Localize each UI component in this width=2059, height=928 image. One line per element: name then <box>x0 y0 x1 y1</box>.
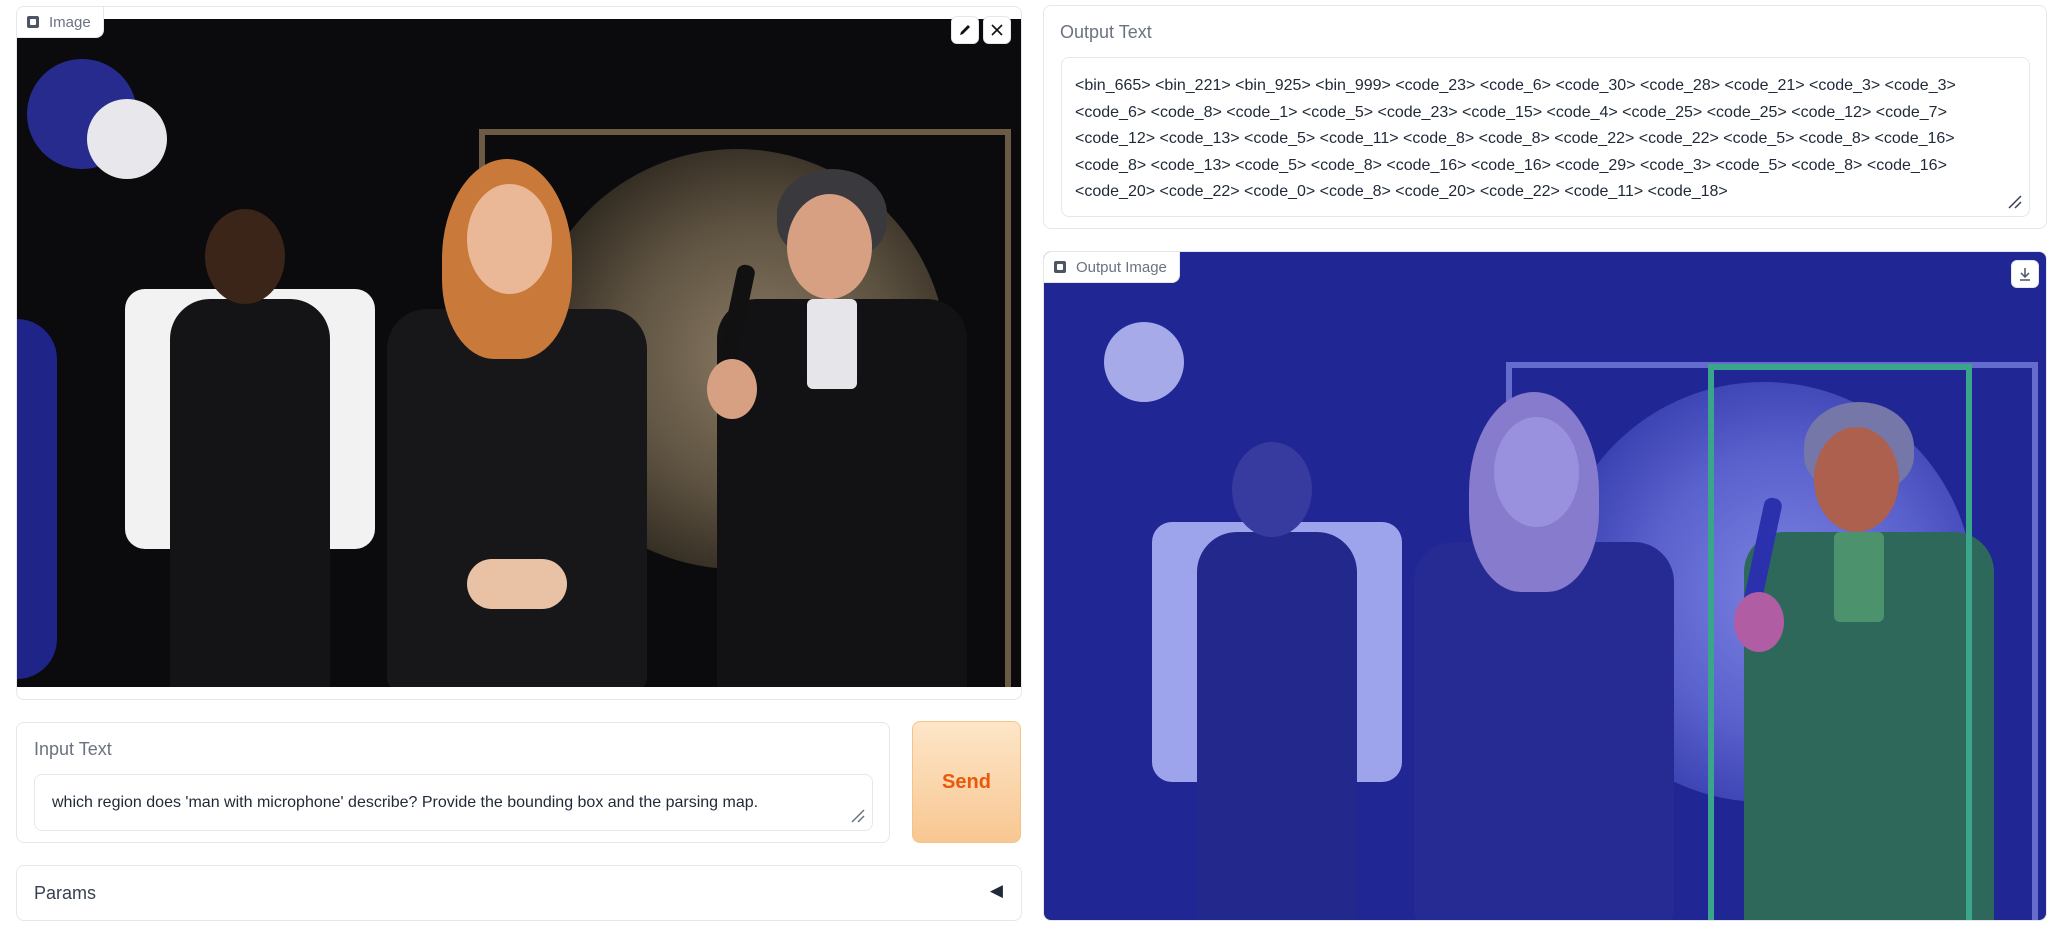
input-text-label: Input Text <box>34 739 112 759</box>
pencil-icon <box>960 25 970 35</box>
edit-button[interactable] <box>951 16 979 44</box>
output-text-area[interactable]: <bin_665> <bin_221> <bin_925> <bin_999> … <box>1061 57 2030 217</box>
output-image-tag-label: Output Image <box>1076 258 1167 276</box>
send-button[interactable]: Send <box>912 721 1021 843</box>
close-button[interactable] <box>983 16 1011 44</box>
image-icon <box>27 16 39 28</box>
output-text-line: <code_12> <code_13> <code_5> <code_11> <… <box>1075 130 1955 147</box>
output-image-panel: Output Image <box>1043 251 2047 921</box>
params-label: Params <box>34 883 97 903</box>
resize-grip-icon[interactable] <box>850 808 866 824</box>
output-text-line: <code_6> <code_8> <code_1> <code_5> <cod… <box>1075 103 1947 121</box>
input-photo <box>17 19 1021 687</box>
download-button[interactable] <box>2011 260 2039 288</box>
output-photo <box>1044 252 2046 920</box>
blue-fluff-left-edge <box>17 319 57 679</box>
input-image-tag: Image <box>17 7 104 38</box>
close-icon <box>991 24 1003 36</box>
input-image-panel: Image <box>16 6 1022 700</box>
send-button-label: Send <box>942 770 991 793</box>
params-toggle-icon[interactable]: ◀ <box>990 881 1003 901</box>
input-text-panel: Input Text which region does 'man with m… <box>16 722 890 843</box>
input-image-tag-label: Image <box>49 13 91 31</box>
params-accordion[interactable]: Params ◀ <box>16 865 1022 921</box>
output-text-line: <code_20> <code_22> <code_0> <code_8> <c… <box>1075 183 1728 200</box>
input-text-value: which region does 'man with microphone' … <box>52 794 759 811</box>
resize-grip-icon[interactable] <box>2007 194 2023 210</box>
output-image-tag: Output Image <box>1044 252 1180 283</box>
output-text-label: Output Text <box>1060 22 1152 42</box>
output-text-panel: Output Text <bin_665> <bin_221> <bin_925… <box>1043 5 2047 229</box>
output-text-line: <code_8> <code_13> <code_5> <code_8> <co… <box>1075 156 1947 174</box>
bounding-box <box>1708 364 1972 920</box>
input-text-field[interactable]: which region does 'man with microphone' … <box>34 774 873 831</box>
white-fluff-decoration <box>87 99 167 179</box>
image-icon <box>1054 261 1066 273</box>
output-text-line: <bin_665> <bin_221> <bin_925> <bin_999> … <box>1075 77 1956 94</box>
download-icon <box>2020 268 2030 281</box>
